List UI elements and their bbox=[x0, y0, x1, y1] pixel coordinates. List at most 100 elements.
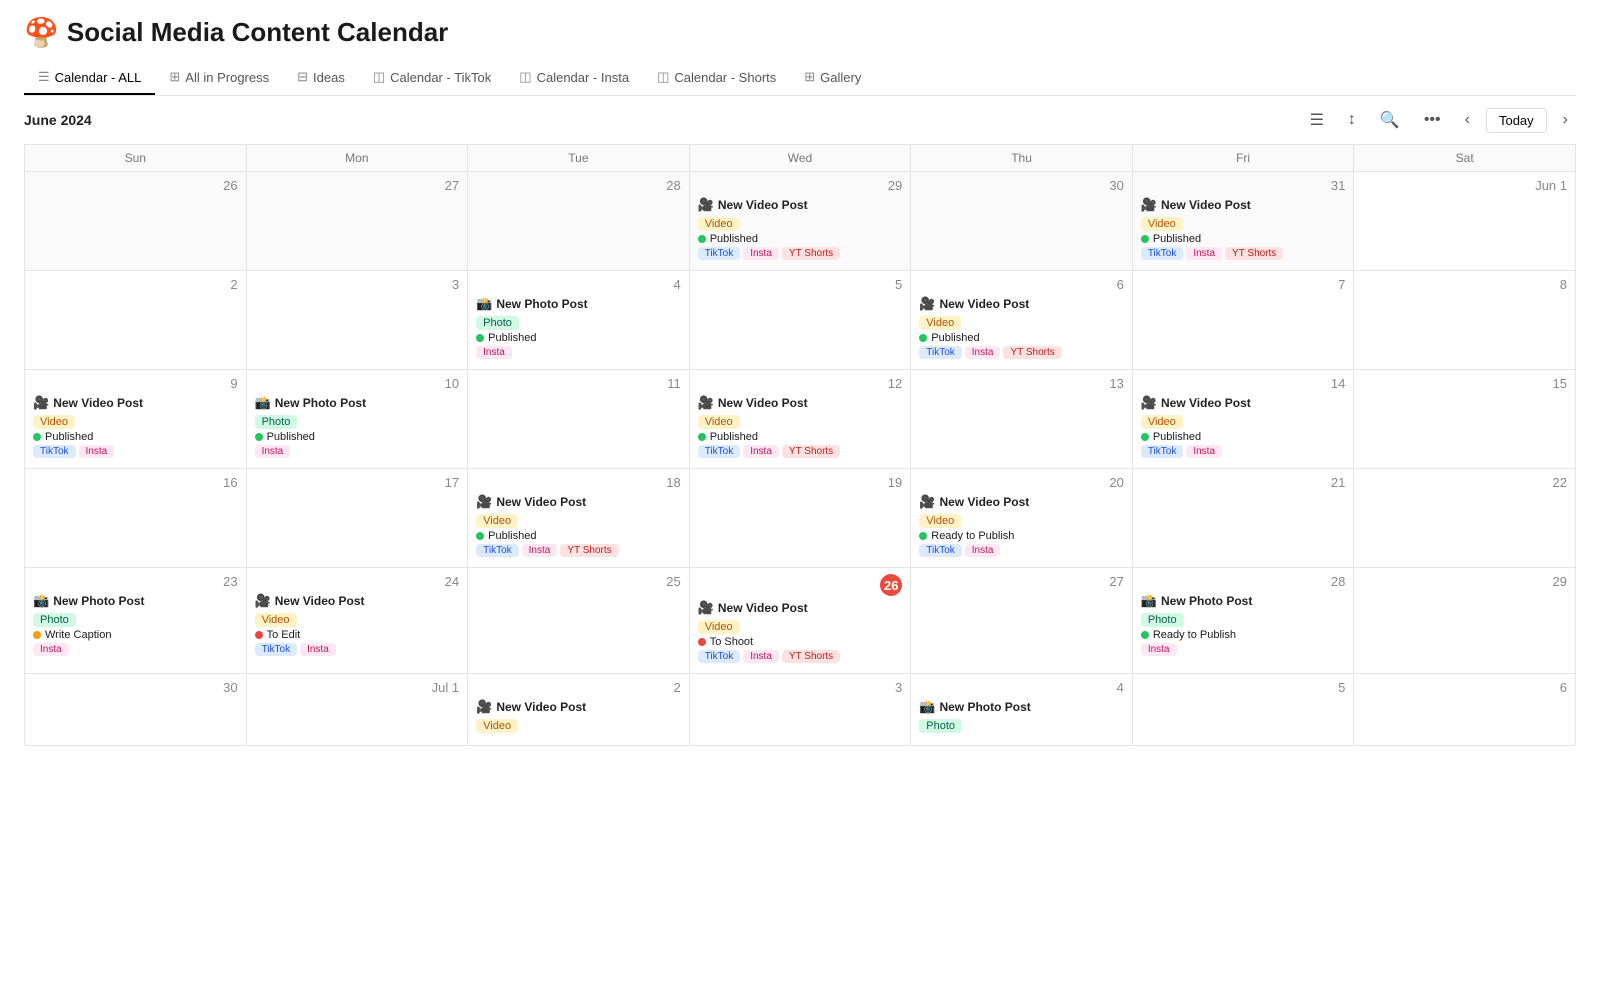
tab-calendar-insta[interactable]: ◫Calendar - Insta bbox=[505, 61, 643, 95]
event-title-text: New Video Post bbox=[1161, 396, 1251, 410]
day-number-7: 7 bbox=[1141, 277, 1346, 292]
prev-month-button[interactable]: ‹ bbox=[1457, 107, 1478, 133]
platform-tag-insta: Insta bbox=[33, 643, 69, 656]
tab-calendar-shorts[interactable]: ◫Calendar - Shorts bbox=[643, 61, 790, 95]
day-number-26: 26 bbox=[33, 178, 238, 193]
day-number-19: 19 bbox=[698, 475, 903, 490]
calendar-cell-week5-day5: 5 bbox=[1132, 674, 1354, 746]
day-number-25: 25 bbox=[476, 574, 681, 589]
status-label: Published bbox=[267, 431, 315, 443]
status-label: Write Caption bbox=[45, 629, 111, 641]
event-status: Published bbox=[698, 431, 903, 443]
type-tag: Video bbox=[919, 514, 961, 528]
platform-tag-yt-shorts: YT Shorts bbox=[782, 650, 840, 663]
platform-tag-yt-shorts: YT Shorts bbox=[560, 544, 618, 557]
tab-all-in-progress[interactable]: ⊞All in Progress bbox=[155, 61, 283, 95]
event-1-2-0[interactable]: 📸New Photo PostPhotoPublishedInsta bbox=[476, 296, 681, 359]
type-tag: Video bbox=[1141, 415, 1183, 429]
event-5-4-0[interactable]: 📸New Photo PostPhoto bbox=[919, 699, 1124, 735]
event-emoji: 🎥 bbox=[476, 699, 492, 715]
event-status: Published bbox=[919, 332, 1124, 344]
platform-tag-yt-shorts: YT Shorts bbox=[1225, 247, 1283, 260]
event-2-5-0[interactable]: 🎥New Video PostVideoPublishedTikTokInsta bbox=[1141, 395, 1346, 458]
next-month-button[interactable]: › bbox=[1555, 107, 1576, 133]
day-number-20: 20 bbox=[919, 475, 1124, 490]
event-title: 🎥New Video Post bbox=[255, 593, 460, 609]
calendar-cell-week2-day0: 9🎥New Video PostVideoPublishedTikTokInst… bbox=[25, 370, 247, 469]
search-button[interactable]: 🔍 bbox=[1372, 106, 1408, 134]
platform-tag-tiktok: TikTok bbox=[919, 544, 962, 557]
platform-tag-tiktok: TikTok bbox=[919, 346, 962, 359]
filter-button[interactable]: ☰ bbox=[1302, 106, 1332, 134]
status-dot bbox=[698, 235, 706, 243]
event-title: 📸New Photo Post bbox=[1141, 593, 1346, 609]
more-button[interactable]: ••• bbox=[1416, 107, 1449, 133]
platform-tag-yt-shorts: YT Shorts bbox=[782, 445, 840, 458]
calendar-cell-week1-day1: 3 bbox=[246, 271, 468, 370]
calendar-cell-week2-day3: 12🎥New Video PostVideoPublishedTikTokIns… bbox=[689, 370, 911, 469]
day-number-10: 10 bbox=[255, 376, 460, 391]
event-status: Published bbox=[476, 530, 681, 542]
event-status: To Shoot bbox=[698, 636, 903, 648]
type-tag: Photo bbox=[255, 415, 298, 429]
type-tag: Video bbox=[919, 316, 961, 330]
event-title: 🎥New Video Post bbox=[476, 494, 681, 510]
event-1-4-0[interactable]: 🎥New Video PostVideoPublishedTikTokInsta… bbox=[919, 296, 1124, 359]
today-button[interactable]: Today bbox=[1486, 108, 1547, 133]
sort-button[interactable]: ↕ bbox=[1340, 107, 1364, 133]
event-4-1-0[interactable]: 🎥New Video PostVideoTo EditTikTokInsta bbox=[255, 593, 460, 656]
event-emoji: 📸 bbox=[476, 296, 492, 312]
event-title: 📸New Photo Post bbox=[255, 395, 460, 411]
platform-tag-insta: Insta bbox=[1141, 643, 1177, 656]
calendar-cell-week1-day3: 5 bbox=[689, 271, 911, 370]
status-label: Published bbox=[488, 332, 536, 344]
event-emoji: 🎥 bbox=[1141, 395, 1157, 411]
event-title: 🎥New Video Post bbox=[919, 296, 1124, 312]
event-title: 🎥New Video Post bbox=[698, 197, 903, 213]
calendar-cell-week0-day0: 26 bbox=[25, 172, 247, 271]
status-dot bbox=[919, 334, 927, 342]
event-2-3-0[interactable]: 🎥New Video PostVideoPublishedTikTokInsta… bbox=[698, 395, 903, 458]
status-dot bbox=[1141, 433, 1149, 441]
platform-tag-yt-shorts: YT Shorts bbox=[1003, 346, 1061, 359]
platform-tag-insta: Insta bbox=[743, 445, 779, 458]
tab-icon-all-in-progress: ⊞ bbox=[169, 69, 180, 85]
platform-tag-insta: Insta bbox=[743, 247, 779, 260]
type-tag: Video bbox=[1141, 217, 1183, 231]
platform-tag-tiktok: TikTok bbox=[698, 247, 741, 260]
event-status: Published bbox=[1141, 233, 1346, 245]
platform-tags: TikTokInsta bbox=[1141, 445, 1346, 458]
event-4-5-0[interactable]: 📸New Photo PostPhotoReady to PublishInst… bbox=[1141, 593, 1346, 656]
event-0-5-0[interactable]: 🎥New Video PostVideoPublishedTikTokInsta… bbox=[1141, 197, 1346, 260]
day-number-3: 3 bbox=[255, 277, 460, 292]
tab-ideas[interactable]: ⊟Ideas bbox=[283, 61, 359, 95]
calendar-cell-week0-day6: Jun 1 bbox=[1354, 172, 1576, 271]
event-4-0-0[interactable]: 📸New Photo PostPhotoWrite CaptionInsta bbox=[33, 593, 238, 656]
event-4-3-0[interactable]: 🎥New Video PostVideoTo ShootTikTokInstaY… bbox=[698, 600, 903, 663]
event-3-2-0[interactable]: 🎥New Video PostVideoPublishedTikTokInsta… bbox=[476, 494, 681, 557]
event-5-2-0[interactable]: 🎥New Video PostVideo bbox=[476, 699, 681, 735]
status-dot bbox=[255, 631, 263, 639]
day-number-28: 28 bbox=[476, 178, 681, 193]
event-emoji: 📸 bbox=[33, 593, 49, 609]
event-0-3-0[interactable]: 🎥New Video PostVideoPublishedTikTokInsta… bbox=[698, 197, 903, 260]
event-3-4-0[interactable]: 🎥New Video PostVideoReady to PublishTikT… bbox=[919, 494, 1124, 557]
platform-tag-insta: Insta bbox=[300, 643, 336, 656]
tab-calendar-tiktok[interactable]: ◫Calendar - TikTok bbox=[359, 61, 505, 95]
event-status: Published bbox=[33, 431, 238, 443]
type-tag: Photo bbox=[476, 316, 519, 330]
tab-gallery[interactable]: ⊞Gallery bbox=[790, 61, 875, 95]
tab-label-calendar-all: Calendar - ALL bbox=[55, 70, 142, 85]
calendar-cell-week2-day2: 11 bbox=[468, 370, 690, 469]
event-emoji: 🎥 bbox=[919, 494, 935, 510]
event-2-1-0[interactable]: 📸New Photo PostPhotoPublishedInsta bbox=[255, 395, 460, 458]
event-emoji: 🎥 bbox=[1141, 197, 1157, 213]
day-number-30: 30 bbox=[919, 178, 1124, 193]
day-number-4: 4 bbox=[476, 277, 681, 292]
day-number-30: 30 bbox=[33, 680, 238, 695]
event-2-0-0[interactable]: 🎥New Video PostVideoPublishedTikTokInsta bbox=[33, 395, 238, 458]
month-label: June 2024 bbox=[24, 112, 92, 128]
status-dot bbox=[255, 433, 263, 441]
calendar-cell-week4-day2: 25 bbox=[468, 568, 690, 674]
tab-calendar-all[interactable]: ☰Calendar - ALL bbox=[24, 61, 155, 95]
